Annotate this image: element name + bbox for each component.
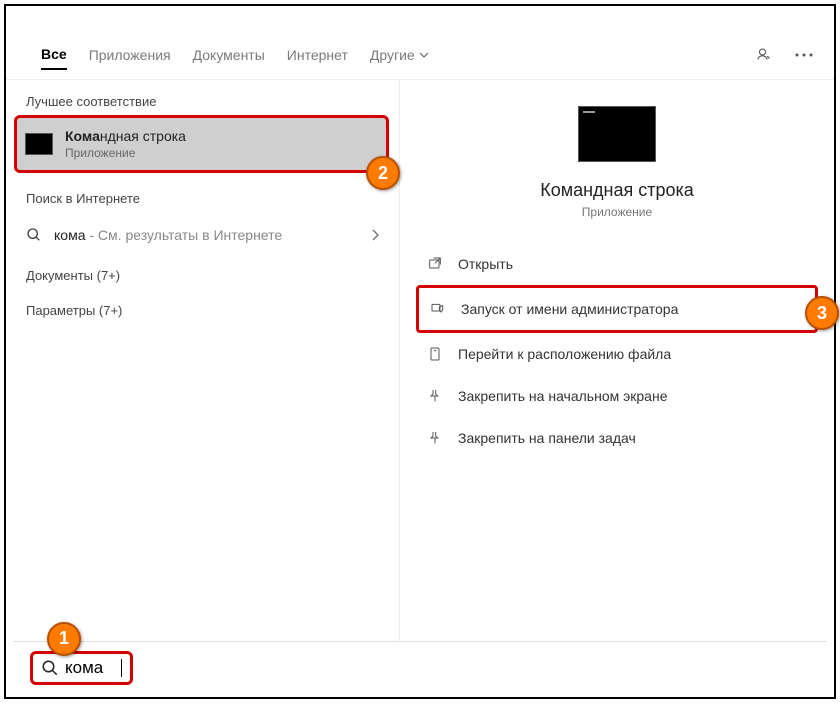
preview-thumbnail: [578, 106, 656, 162]
tab-other-label: Другие: [370, 47, 415, 63]
action-pin-start-label: Закрепить на начальном экране: [458, 388, 668, 404]
result-subtitle: Приложение: [65, 146, 186, 160]
folder-icon: [426, 345, 444, 363]
action-open[interactable]: Открыть: [416, 243, 818, 285]
action-pin-taskbar[interactable]: Закрепить на панели задач: [416, 417, 818, 459]
action-open-location[interactable]: Перейти к расположению файла: [416, 333, 818, 375]
results-panel: Лучшее соответствие Командная строка При…: [6, 80, 400, 641]
chevron-down-icon: [419, 52, 429, 58]
result-title: Командная строка: [65, 128, 186, 144]
pin-taskbar-icon: [426, 429, 444, 447]
tab-apps[interactable]: Приложения: [89, 41, 171, 69]
web-search-text: кома - См. результаты в Интернете: [54, 227, 282, 243]
search-icon: [26, 227, 42, 243]
chevron-right-icon: [371, 229, 379, 241]
search-box[interactable]: 1: [30, 651, 133, 685]
action-open-location-label: Перейти к расположению файла: [458, 346, 671, 362]
action-pin-taskbar-label: Закрепить на панели задач: [458, 430, 636, 446]
tab-internet[interactable]: Интернет: [287, 41, 348, 69]
open-icon: [426, 255, 444, 273]
result-command-prompt[interactable]: Командная строка Приложение 2: [14, 115, 389, 173]
action-open-label: Открыть: [458, 256, 513, 272]
shield-icon: [429, 300, 447, 318]
preview-title: Командная строка: [400, 180, 834, 201]
search-input[interactable]: [65, 658, 115, 678]
more-icon[interactable]: [794, 45, 814, 65]
tab-all[interactable]: Все: [41, 40, 67, 70]
section-web-search: Поиск в Интернете: [6, 187, 399, 212]
annotation-badge-3: 3: [805, 296, 839, 330]
search-bar: 1: [14, 641, 826, 693]
section-documents[interactable]: Документы (7+): [6, 264, 399, 289]
annotation-badge-2: 2: [366, 156, 400, 190]
action-run-as-admin[interactable]: Запуск от имени администратора 3: [416, 285, 818, 333]
action-run-as-admin-label: Запуск от имени администратора: [461, 301, 678, 317]
action-pin-start[interactable]: Закрепить на начальном экране: [416, 375, 818, 417]
text-cursor: [121, 659, 122, 677]
tab-other[interactable]: Другие: [370, 41, 429, 69]
preview-subtitle: Приложение: [400, 205, 834, 219]
section-best-match: Лучшее соответствие: [6, 90, 399, 115]
annotation-badge-1: 1: [47, 622, 81, 656]
search-icon: [41, 659, 59, 677]
section-parameters[interactable]: Параметры (7+): [6, 299, 399, 324]
tab-docs[interactable]: Документы: [193, 41, 265, 69]
command-prompt-icon: [25, 133, 53, 155]
result-web-search[interactable]: кома - См. результаты в Интернете: [6, 212, 399, 258]
preview-panel: Командная строка Приложение Открыть Запу…: [400, 80, 834, 641]
filter-tabs: Все Приложения Документы Интернет Другие: [6, 30, 834, 80]
feedback-icon[interactable]: [754, 45, 774, 65]
pin-start-icon: [426, 387, 444, 405]
